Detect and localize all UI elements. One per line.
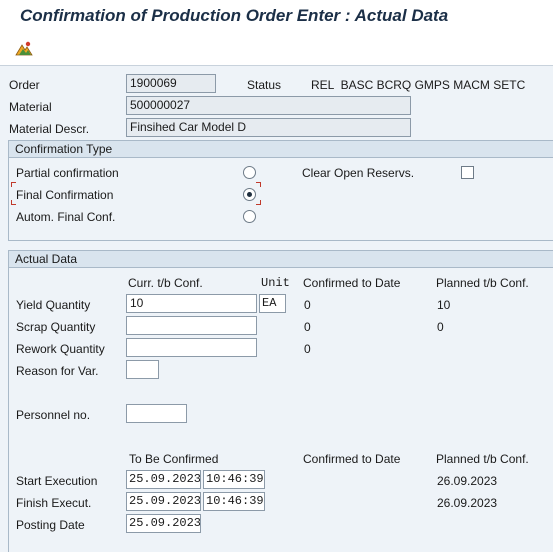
posting-date-label: Posting Date [16, 518, 85, 532]
start-date-input[interactable]: 25.09.2023 [126, 470, 201, 489]
material-label: Material [9, 100, 52, 114]
clear-open-reservs-checkbox[interactable] [461, 166, 474, 179]
material-descr-label: Material Descr. [9, 122, 90, 136]
focus-corner [256, 182, 261, 187]
focus-corner [256, 200, 261, 205]
yield-confirmed-value: 0 [304, 298, 311, 312]
page-title: Confirmation of Production Order Enter :… [20, 6, 449, 25]
partial-confirmation-radio[interactable] [243, 166, 256, 179]
actual-data-header: Actual Data [9, 251, 553, 268]
status-value: REL BASC BCRQ GMPS MACM SETC [311, 78, 526, 92]
scrap-confirmed-value: 0 [304, 320, 311, 334]
scrap-planned-value: 0 [437, 320, 444, 334]
order-field: 1900069 [126, 74, 216, 93]
personnel-no-input[interactable] [126, 404, 187, 423]
mountain-execute-icon[interactable] [15, 40, 33, 57]
clear-open-reservs-label: Clear Open Reservs. [302, 166, 415, 180]
start-execution-label: Start Execution [16, 474, 98, 488]
col-unit-header: Unit [261, 276, 290, 290]
col-to-be-confirmed-header: To Be Confirmed [129, 452, 219, 466]
col-curr-header: Curr. t/b Conf. [128, 276, 203, 290]
yield-quantity-input[interactable]: 10 [126, 294, 257, 313]
col-dates-planned-header: Planned t/b Conf. [436, 452, 529, 466]
reason-for-var-label: Reason for Var. [16, 364, 99, 378]
start-planned-value: 26.09.2023 [437, 474, 498, 488]
col-planned-header: Planned t/b Conf. [436, 276, 529, 290]
rework-quantity-input[interactable] [126, 338, 257, 357]
final-confirmation-label: Final Confirmation [16, 188, 114, 202]
rework-quantity-label: Rework Quantity [16, 342, 105, 356]
rework-confirmed-value: 0 [304, 342, 311, 356]
personnel-no-label: Personnel no. [16, 408, 91, 422]
title-bar: Confirmation of Production Order Enter :… [0, 0, 553, 32]
autom-final-conf-label: Autom. Final Conf. [16, 210, 116, 224]
reason-for-var-input[interactable] [126, 360, 159, 379]
finish-planned-value: 26.09.2023 [437, 496, 498, 510]
yield-planned-value: 10 [437, 298, 451, 312]
focus-corner [11, 182, 16, 187]
finish-time-input[interactable]: 10:46:39 [203, 492, 265, 511]
application-toolbar [0, 32, 553, 66]
finish-execution-label: Finish Execut. [16, 496, 92, 510]
material-descr-field: Finsihed Car Model D [126, 118, 411, 137]
start-time-input[interactable]: 10:46:39 [203, 470, 265, 489]
scrap-quantity-label: Scrap Quantity [16, 320, 96, 334]
finish-date-input[interactable]: 25.09.2023 [126, 492, 201, 511]
final-confirmation-radio[interactable] [243, 188, 256, 201]
radio-selected-dot [247, 192, 252, 197]
order-label: Order [9, 78, 40, 92]
scrap-quantity-input[interactable] [126, 316, 257, 335]
material-field: 500000027 [126, 96, 411, 115]
focus-corner [11, 200, 16, 205]
col-confirmed-header: Confirmed to Date [303, 276, 401, 290]
partial-confirmation-label: Partial confirmation [16, 166, 119, 180]
status-label: Status [247, 78, 282, 92]
posting-date-input[interactable]: 25.09.2023 [126, 514, 201, 533]
autom-final-conf-radio[interactable] [243, 210, 256, 223]
unit-field[interactable]: EA [259, 294, 286, 313]
col-dates-confirmed-header: Confirmed to Date [303, 452, 401, 466]
confirmation-type-header: Confirmation Type [9, 141, 553, 158]
yield-quantity-label: Yield Quantity [16, 298, 91, 312]
